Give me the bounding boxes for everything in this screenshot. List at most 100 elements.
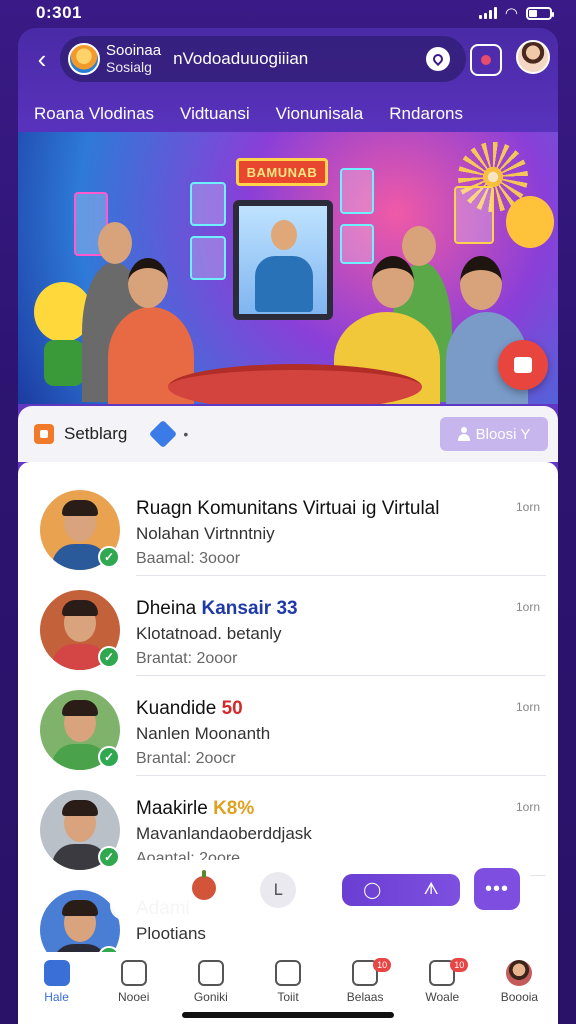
list-item[interactable]: ✓ Ruagn Komunitans Virtuai ig Virtulal N… — [18, 476, 558, 576]
tab-3[interactable]: Vionunisala — [276, 104, 364, 124]
person-head — [372, 256, 414, 308]
app-name-line2: Sosialg — [106, 59, 152, 75]
item-title: Ruagn Komunitans Virtuai ig Virtulal — [136, 498, 439, 520]
nav-item-2[interactable]: Nooei — [96, 960, 172, 1004]
item-meta: Baamal: 3ooor — [136, 550, 241, 567]
category-label[interactable]: Setblarg — [64, 424, 127, 444]
item-title: Dheina Kansair 33 — [136, 598, 298, 620]
sparkle-icon[interactable] — [149, 419, 178, 449]
mascot-right — [506, 196, 554, 248]
community-list: ✓ Ruagn Komunitans Virtuai ig Virtulal N… — [18, 462, 558, 1024]
item-title-text: Maakirle — [136, 798, 214, 819]
item-title-highlight: Kansair 33 — [201, 598, 298, 619]
person-head — [128, 258, 168, 308]
neon-tile — [190, 182, 226, 226]
nav-label: Woale — [425, 990, 460, 1004]
item-subtitle: Nolahan Virtnntniy — [136, 524, 275, 543]
more-button[interactable]: ••• — [474, 868, 520, 910]
more-icon: ••• — [484, 877, 509, 900]
tab-2[interactable]: Vidtuansi — [180, 104, 250, 124]
notification-dot-icon — [481, 55, 491, 65]
title-pill[interactable]: Sooinaa Sosialg nVodoaduuogiiian — [60, 36, 466, 82]
person-head — [460, 256, 502, 310]
nav-label: Belaas — [346, 990, 384, 1004]
nav-icon — [43, 960, 70, 986]
header-bar: ‹ Sooinaa Sosialg nVodoaduuogiiian — [18, 28, 558, 90]
status-bar: 0:301 ◠ — [0, 0, 576, 26]
tab-1[interactable]: Roana Vlodinas — [34, 104, 154, 124]
person-icon — [457, 427, 470, 441]
banner-sign: BAMUNAB — [236, 158, 328, 186]
nav-avatar-icon — [506, 960, 533, 986]
signal-icon — [478, 7, 497, 19]
nav-item-1[interactable]: Hale — [19, 960, 95, 1004]
item-title-highlight: 50 — [221, 698, 243, 719]
nav-item-4[interactable]: Toiit — [250, 960, 326, 1004]
item-title-text: Kuandide — [136, 698, 222, 719]
neon-tile — [340, 168, 374, 214]
item-subtitle: Mavanlandaoberddjask — [136, 824, 312, 843]
page-title: nVodoaduuogiiian — [173, 49, 309, 68]
keyboard-button[interactable]: ᒪ — [260, 872, 296, 908]
verified-check-icon: ✓ — [98, 746, 120, 768]
chat-button[interactable] — [470, 44, 502, 76]
person-head — [98, 222, 132, 264]
item-subtitle: Plootians — [136, 924, 206, 943]
list-item[interactable]: ✓ Dheina Kansair 33 Klotatnoad. betanly … — [18, 576, 558, 676]
home-indicator[interactable] — [182, 1012, 394, 1018]
nav-label: Boooia — [500, 990, 539, 1004]
item-title-text: Ruagn Komunitans Virtuai ig Virtulal — [136, 498, 440, 519]
item-meta: Brantat: 2ooor — [136, 650, 238, 667]
filter-button[interactable]: Bloosi Y — [440, 417, 548, 451]
action-bar: ᒪ ◯ ᗑ ••• — [110, 860, 530, 920]
item-subtitle: Klotatnoad. betanly — [136, 624, 282, 643]
nav-icon — [274, 960, 301, 986]
neon-tile — [454, 186, 494, 244]
nav-icon — [120, 960, 147, 986]
hero-banner[interactable]: BAMUNAB — [18, 132, 558, 404]
wifi-icon: ◠ — [504, 5, 518, 22]
nav-label: Nooei — [118, 990, 150, 1004]
nav-item-7[interactable]: Boooia — [481, 960, 557, 1004]
item-subtitle: Nanlen Moonanth — [136, 724, 271, 743]
group-icon: ᗑ — [423, 881, 439, 898]
back-button[interactable]: ‹ — [30, 44, 54, 74]
category-strip: Setblarg • Bloosi Y — [18, 406, 558, 462]
status-icons: ◠ — [478, 4, 554, 22]
top-tabs: Roana Vlodinas Vidtuansi Vionunisala Rnd… — [18, 96, 558, 132]
nav-item-3[interactable]: Goniki — [173, 960, 249, 1004]
neon-tile — [190, 236, 226, 280]
tab-4[interactable]: Rndarons — [389, 104, 463, 124]
item-title-highlight: K8% — [213, 798, 255, 819]
location-pin-icon[interactable] — [426, 47, 450, 71]
app-names: Sooinaa Sosialg — [106, 42, 161, 76]
nav-label: Toiit — [277, 990, 299, 1004]
nav-label: Hale — [44, 990, 69, 1004]
item-time: 1orn — [515, 700, 540, 714]
app-name-line1: Sooinaa — [106, 42, 162, 59]
item-time: 1orn — [515, 500, 540, 514]
nav-item-5[interactable]: 10 Belaas — [327, 958, 403, 1004]
status-time: 0:301 — [36, 3, 82, 22]
nav-badge: 10 — [450, 958, 469, 972]
user-icon: ◯ — [363, 882, 382, 899]
list-item[interactable]: ✓ Kuandide 50 Nanlen Moonanth Brantal: 2… — [18, 676, 558, 776]
verified-check-icon: ✓ — [98, 546, 120, 568]
app-logo-icon — [68, 43, 100, 75]
nav-icon — [197, 960, 224, 986]
bookmark-button[interactable] — [498, 340, 548, 390]
verified-check-icon: ✓ — [98, 646, 120, 668]
category-icon — [34, 424, 54, 444]
nav-badge: 10 — [373, 958, 392, 972]
item-meta: Brantal: 2oocr — [136, 750, 236, 767]
item-time: 1orn — [515, 600, 540, 614]
nav-label: Goniki — [193, 990, 228, 1004]
person-head — [402, 226, 436, 266]
profile-avatar[interactable] — [516, 40, 550, 74]
bookmark-icon — [514, 357, 532, 373]
item-title: Maakirle K8% — [136, 798, 254, 820]
group-button[interactable]: ◯ ᗑ — [342, 874, 460, 906]
neon-tile — [340, 224, 374, 264]
apple-icon[interactable] — [192, 870, 216, 900]
nav-item-6[interactable]: 10 Woale — [404, 958, 480, 1004]
